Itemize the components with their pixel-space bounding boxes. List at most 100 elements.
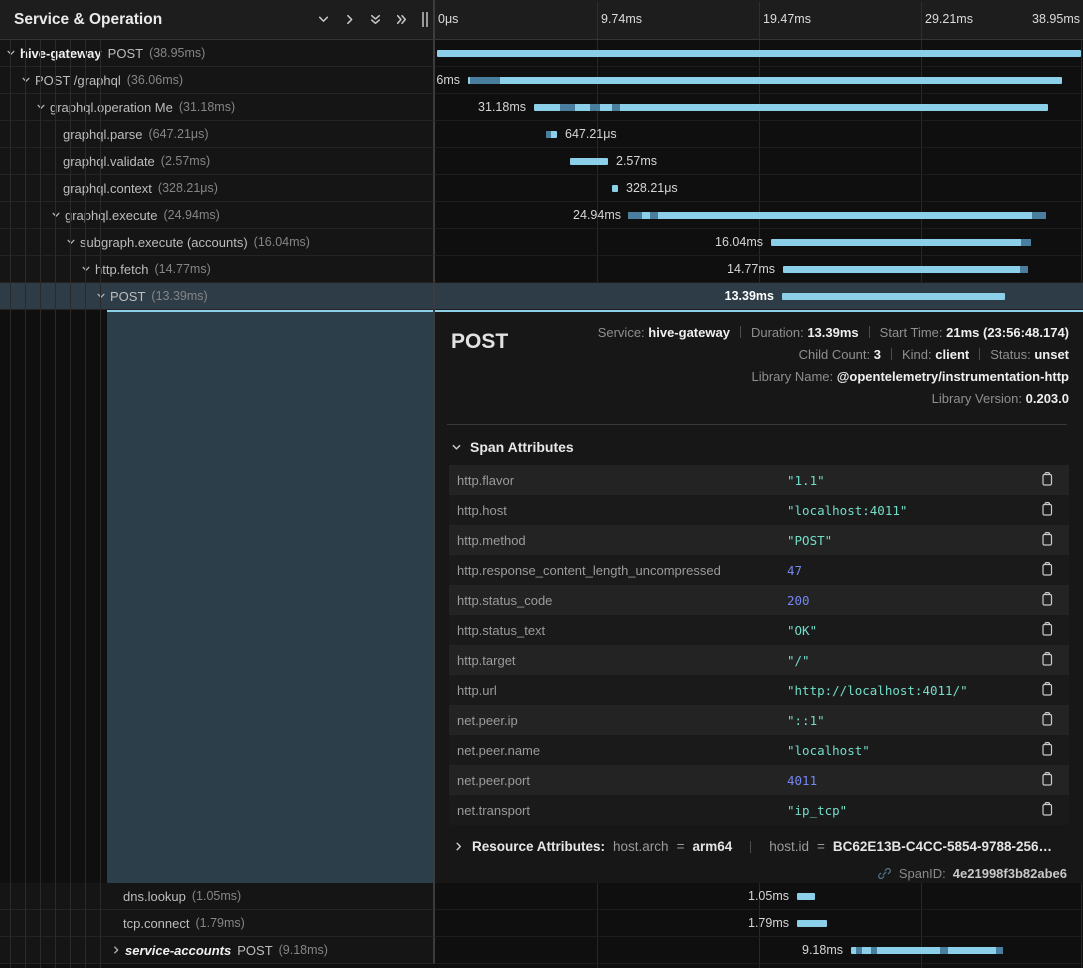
span-operation: POST [110,289,145,304]
span-row-service-accounts-post[interactable]: service-accounts POST (9.18ms) 9.18ms [0,937,1083,964]
column-resize-handle[interactable] [422,12,428,27]
attr-value: "http://localhost:4011/" [787,683,1039,698]
collapse-one-icon[interactable] [310,8,336,32]
span-bar[interactable] [546,131,557,138]
span-row-graphql-execute[interactable]: graphql.execute (24.94ms) 24.94ms [0,202,1083,229]
attr-row[interactable]: http.status_code 200 [449,585,1069,615]
copy-icon[interactable] [1039,531,1057,549]
attr-key: http.url [457,683,787,698]
span-duration-label: 24.94ms [435,202,621,229]
attr-row[interactable]: http.target "/" [449,645,1069,675]
span-rows: hive-gateway POST (38.95ms) POST /graphq… [0,40,1083,964]
copy-icon[interactable] [1039,621,1057,639]
attr-value: "::1" [787,713,1039,728]
span-bar[interactable] [534,104,1048,111]
copy-icon[interactable] [1039,771,1057,789]
copy-icon[interactable] [1039,561,1057,579]
chevron-down-icon[interactable] [81,264,91,274]
span-detail-band: POST Service: hive-gatewayDuration: 13.3… [0,310,1083,883]
attr-key: http.host [457,503,787,518]
chevron-down-icon [451,442,462,453]
attr-row[interactable]: http.url "http://localhost:4011/" [449,675,1069,705]
span-bar[interactable] [612,185,618,192]
span-duration: (24.94ms) [164,208,220,222]
copy-icon[interactable] [1039,501,1057,519]
copy-icon[interactable] [1039,741,1057,759]
span-operation: graphql.context [63,181,152,196]
span-bar[interactable] [797,920,827,927]
chevron-down-icon[interactable] [21,75,31,85]
span-row-graphql-validate[interactable]: graphql.validate (2.57ms) 2.57ms [0,148,1083,175]
resource-value: arm64 [692,839,732,854]
span-row-graphql-context[interactable]: graphql.context (328.21μs) 328.21μs [0,175,1083,202]
collapse-all-icon[interactable] [362,8,388,32]
span-row-post-graphql[interactable]: POST /graphql (36.06ms) 6ms [0,67,1083,94]
chevron-down-icon[interactable] [36,102,46,112]
ruler-tick-1: 9.74ms [601,12,642,26]
attr-row[interactable]: net.peer.name "localhost" [449,735,1069,765]
span-operation: tcp.connect [123,916,190,931]
copy-icon[interactable] [1039,801,1057,819]
copy-icon[interactable] [1039,651,1057,669]
header: Service & Operation 0μs 9.74ms 19.47ms 2… [0,0,1083,40]
span-row-hive-gateway-post[interactable]: hive-gateway POST (38.95ms) [0,40,1083,67]
copy-icon[interactable] [1039,591,1057,609]
span-row-subgraph-execute[interactable]: subgraph.execute (accounts) (16.04ms) 16… [0,229,1083,256]
chevron-right-icon[interactable] [111,945,121,955]
attr-row[interactable]: http.response_content_length_uncompresse… [449,555,1069,585]
span-detail-panel: POST Service: hive-gatewayDuration: 13.3… [435,310,1083,883]
chevron-down-icon[interactable] [96,291,106,301]
attr-value: "localhost:4011" [787,503,1039,518]
expand-all-icon[interactable] [388,8,414,32]
span-operation: dns.lookup [123,889,186,904]
span-bar[interactable] [782,293,1005,300]
span-row-tcp-connect[interactable]: tcp.connect (1.79ms) 1.79ms [0,910,1083,937]
resource-key: host.arch [613,839,669,854]
attr-key: http.response_content_length_uncompresse… [457,563,787,578]
attr-row[interactable]: http.status_text "OK" [449,615,1069,645]
span-duration-label: 13.39ms [435,283,774,310]
span-bar[interactable] [628,212,1046,219]
span-bar[interactable] [783,266,1028,273]
span-operation: http.fetch [95,262,148,277]
span-bar[interactable] [468,77,1062,84]
expand-one-icon[interactable] [336,8,362,32]
copy-icon[interactable] [1039,681,1057,699]
detail-status: unset [1034,347,1069,362]
span-bar[interactable] [851,947,1003,954]
copy-icon[interactable] [1039,711,1057,729]
span-duration: (1.05ms) [192,889,241,903]
span-duration: (38.95ms) [149,46,205,60]
attr-row[interactable]: http.host "localhost:4011" [449,495,1069,525]
resource-value: BC62E13B-C4CC-5854-9788-256… [833,839,1052,854]
span-id-row: SpanID: 4e21998f3b82abe6 [445,854,1069,881]
span-row-post-selected[interactable]: POST (13.39ms) 13.39ms [0,283,1083,310]
resource-attributes-toggle[interactable]: Resource Attributes: host.arch = arm64 h… [445,825,1069,854]
attr-value: 200 [787,593,1039,608]
span-bar[interactable] [797,893,815,900]
chevron-down-icon[interactable] [6,48,16,58]
span-duration: (2.57ms) [161,154,210,168]
attr-row[interactable]: net.peer.ip "::1" [449,705,1069,735]
chevron-down-icon[interactable] [66,237,76,247]
span-row-dns-lookup[interactable]: dns.lookup (1.05ms) 1.05ms [0,883,1083,910]
span-attributes-toggle[interactable]: Span Attributes [445,437,1069,465]
attr-row[interactable]: net.transport "ip_tcp" [449,795,1069,825]
span-row-http-fetch[interactable]: http.fetch (14.77ms) 14.77ms [0,256,1083,283]
attr-row[interactable]: net.peer.port 4011 [449,765,1069,795]
copy-icon[interactable] [1039,471,1057,489]
span-row-graphql-operation[interactable]: graphql.operation Me (31.18ms) 31.18ms [0,94,1083,121]
span-bar[interactable] [771,239,1031,246]
span-bar[interactable] [437,50,1081,57]
link-icon[interactable] [877,866,892,881]
attr-key: http.status_code [457,593,787,608]
attr-value: 4011 [787,773,1039,788]
attr-row[interactable]: http.flavor "1.1" [449,465,1069,495]
span-row-graphql-parse[interactable]: graphql.parse (647.21μs) 647.21μs [0,121,1083,148]
span-id-value: 4e21998f3b82abe6 [953,866,1067,881]
chevron-down-icon[interactable] [51,210,61,220]
attr-row[interactable]: http.method "POST" [449,525,1069,555]
span-duration-label: 1.79ms [435,910,789,937]
span-bar[interactable] [570,158,608,165]
span-operation: POST [108,46,143,61]
